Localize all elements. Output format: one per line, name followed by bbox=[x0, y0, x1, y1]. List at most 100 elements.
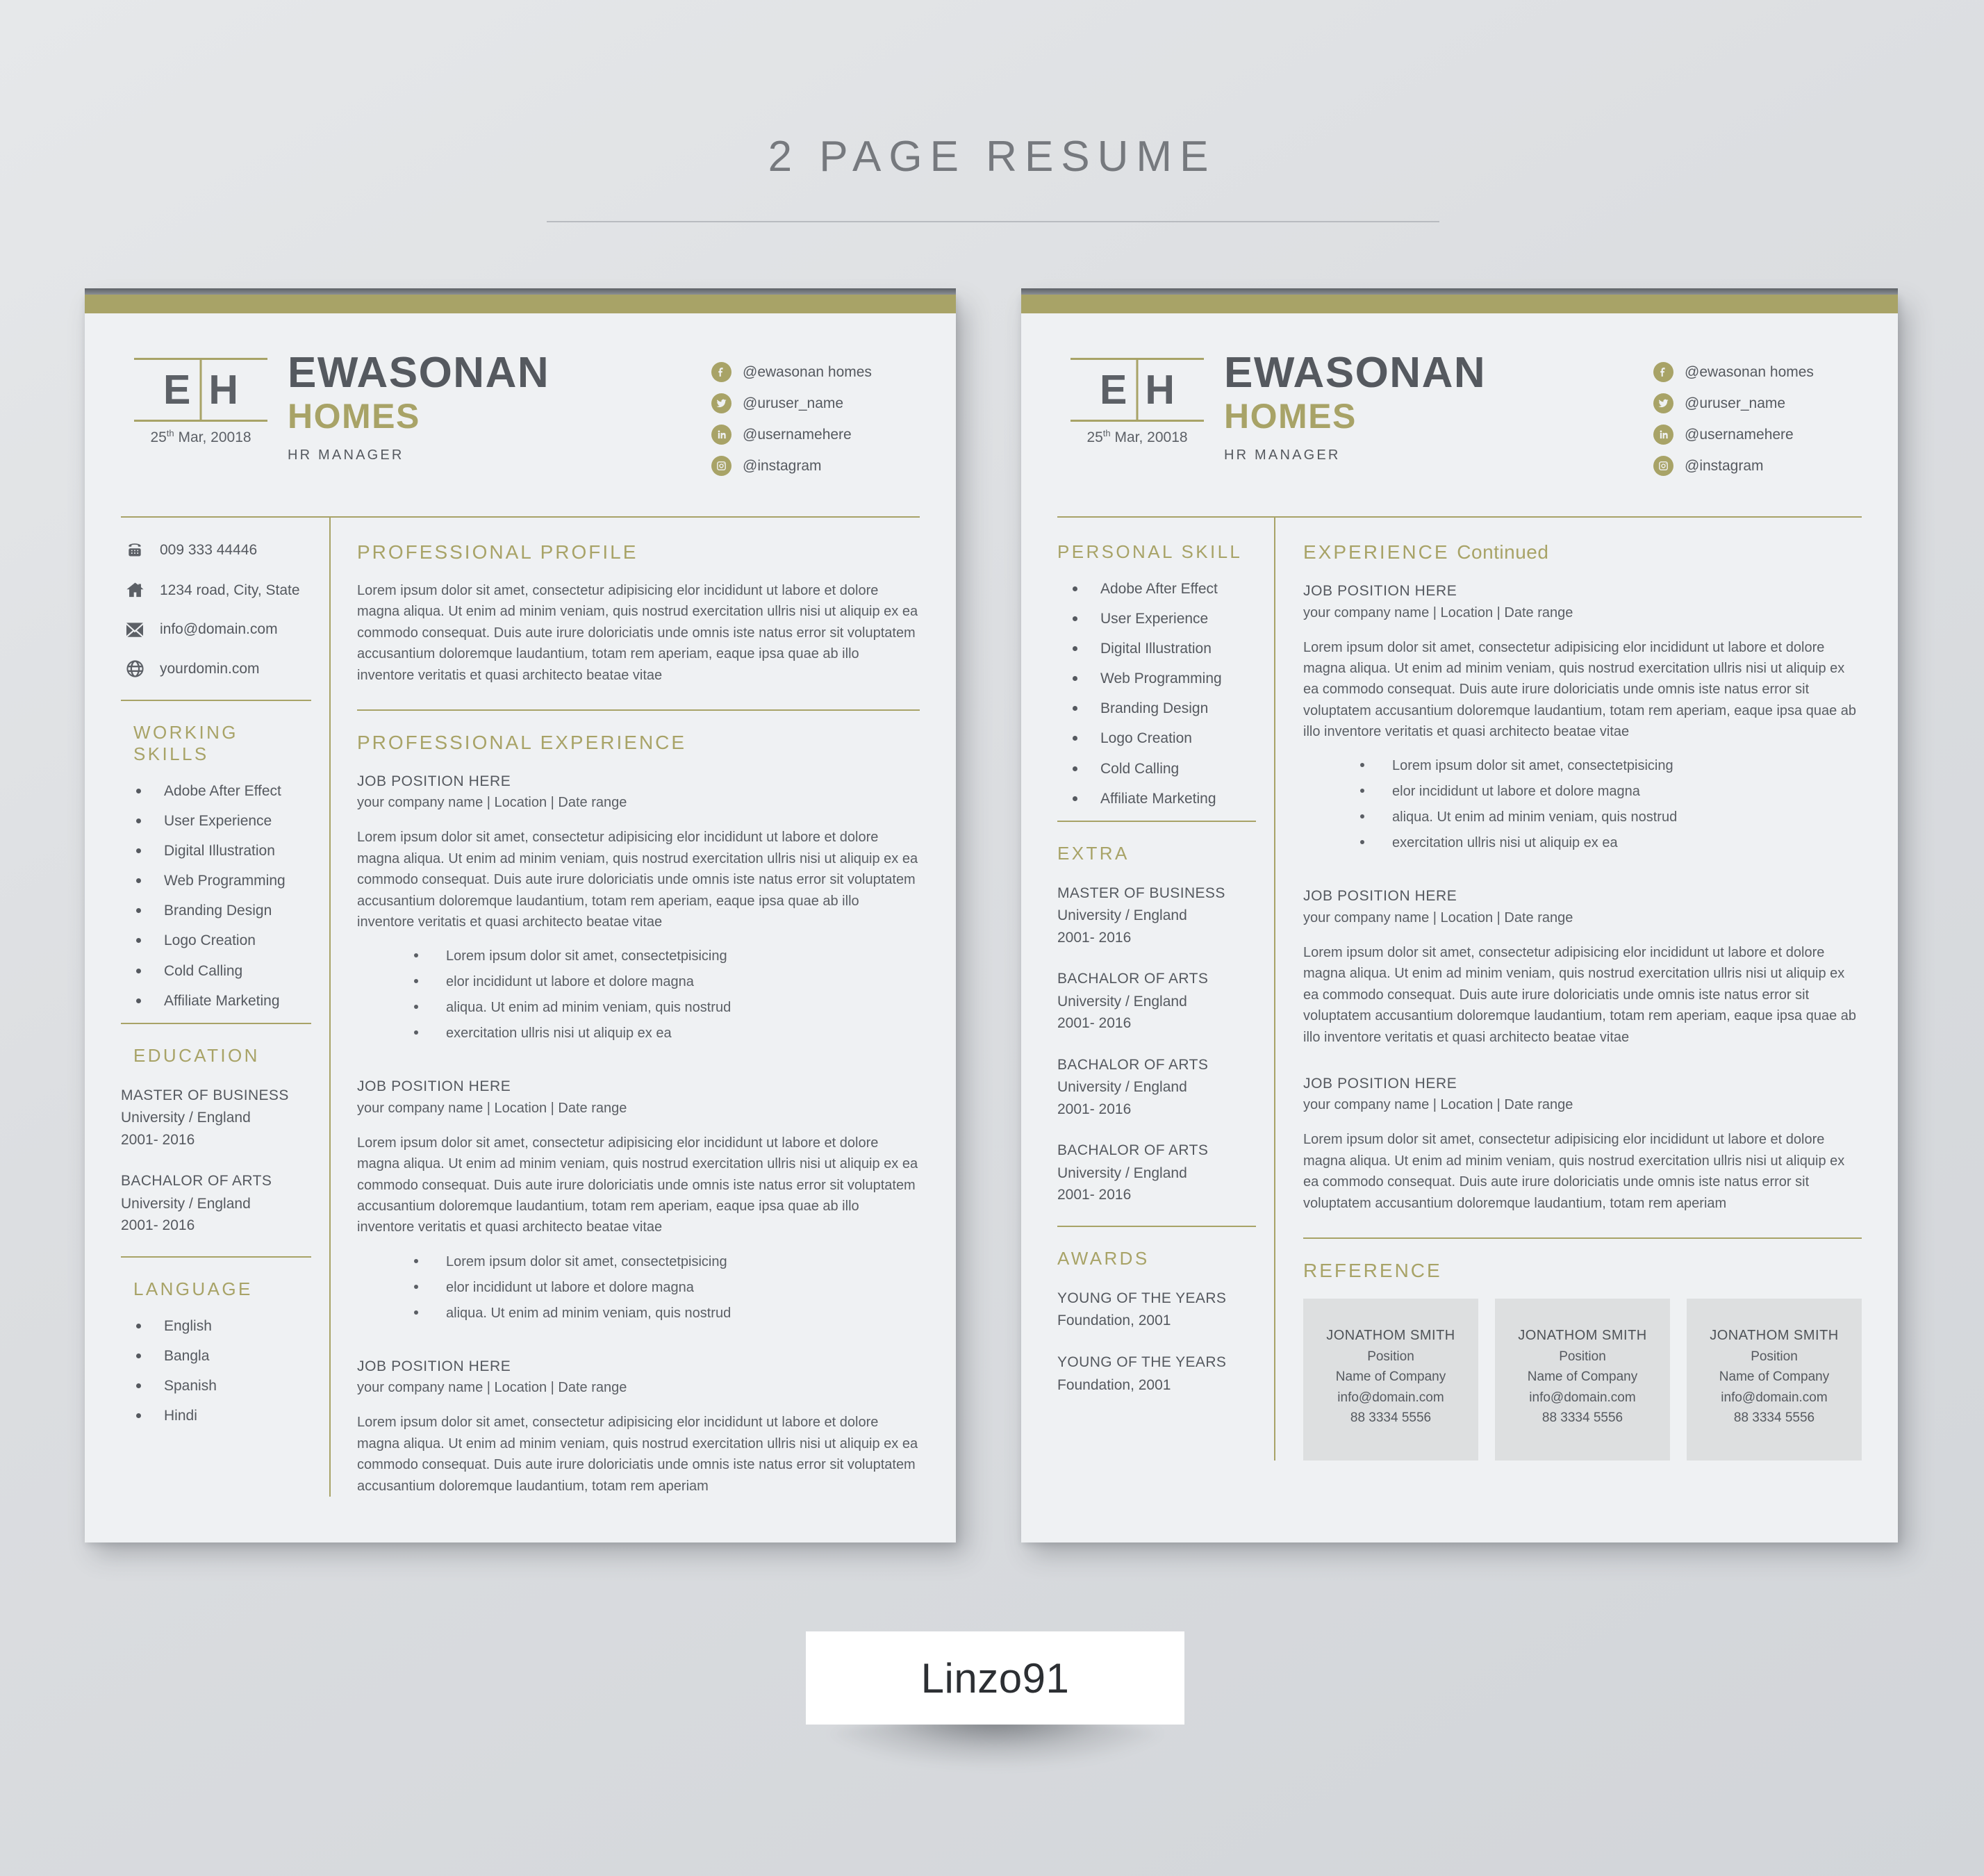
list-item: Lorem ipsum dolor sit amet, consectetpis… bbox=[414, 948, 920, 965]
reference-name: JONATHOM SMITH bbox=[1710, 1327, 1839, 1343]
resume-page-1: E H 25th Mar, 20018 EWASONAN HOMES HR MA… bbox=[85, 288, 956, 1542]
list-item: Branding Design bbox=[1073, 700, 1256, 716]
degree: BACHALOR OF ARTS bbox=[121, 1173, 272, 1190]
social-item[interactable]: @uruser_name bbox=[711, 393, 920, 413]
experience-entry: JOB POSITION HERE your company name | Lo… bbox=[1303, 580, 1862, 852]
monogram: E H bbox=[1070, 358, 1204, 422]
reference-phone: 88 3334 5556 bbox=[1541, 1410, 1623, 1426]
list-item: aliqua. Ut enim ad minim veniam, quis no… bbox=[1360, 809, 1862, 826]
monogram-date: 25th Mar, 20018 bbox=[150, 428, 251, 445]
last-name: HOMES bbox=[288, 397, 420, 436]
name-block: EWASONAN HOMES HR MANAGER bbox=[281, 345, 711, 463]
reference-position: Position bbox=[1559, 1349, 1606, 1364]
social-item[interactable]: @instagram bbox=[1653, 456, 1862, 476]
degree: MASTER OF BUSINESS bbox=[1057, 884, 1225, 901]
contact-item-phone: 009 333 44446 bbox=[121, 541, 311, 559]
degree: BACHALOR OF ARTS bbox=[1057, 1142, 1209, 1159]
social-item[interactable]: @uruser_name bbox=[1653, 393, 1862, 413]
contact-item-website: yourdomin.com bbox=[121, 659, 311, 679]
working-skills-list: Adobe After Effect User Experience Digit… bbox=[136, 783, 311, 1009]
list-item: Digital Illustration bbox=[1073, 641, 1256, 657]
social-item[interactable]: @usernamehere bbox=[711, 425, 920, 445]
experience-entry: JOB POSITION HERE your company name | Lo… bbox=[357, 771, 920, 1042]
list-item: Spanish bbox=[136, 1378, 311, 1394]
reference-company: Name of Company bbox=[1719, 1369, 1830, 1385]
award-org: Foundation, 2001 bbox=[1057, 1313, 1171, 1329]
job-title: JOB POSITION HERE bbox=[1303, 888, 1457, 905]
list-item: aliqua. Ut enim ad minim veniam, quis no… bbox=[414, 999, 920, 1017]
job-title: JOB POSITION HERE bbox=[357, 773, 511, 789]
paper-edge bbox=[85, 288, 956, 295]
language-list: English Bangla Spanish Hindi bbox=[136, 1318, 311, 1424]
list-item: Hindi bbox=[136, 1408, 311, 1424]
section-heading-education: EDUCATION bbox=[133, 1044, 260, 1066]
award-org: Foundation, 2001 bbox=[1057, 1376, 1171, 1393]
job-body: Lorem ipsum dolor sit amet, consectetur … bbox=[1303, 1132, 1845, 1211]
section-divider bbox=[121, 1022, 311, 1024]
job-meta: your company name | Location | Date rang… bbox=[357, 1380, 627, 1396]
title-divider bbox=[547, 221, 1439, 222]
reference-company: Name of Company bbox=[1335, 1369, 1446, 1385]
social-item[interactable]: @ewasonan homes bbox=[1653, 362, 1862, 382]
list-item: Lorem ipsum dolor sit amet, consectetpis… bbox=[1360, 757, 1862, 775]
reference-email: info@domain.com bbox=[1529, 1390, 1636, 1405]
first-name: EWASONAN bbox=[288, 349, 550, 397]
section-divider bbox=[121, 1256, 311, 1258]
list-item: User Experience bbox=[1073, 611, 1256, 627]
job-meta: your company name | Location | Date rang… bbox=[1303, 1097, 1573, 1113]
social-item[interactable]: @ewasonan homes bbox=[711, 362, 920, 382]
extra-entry: BACHALOR OF ARTS University / England 20… bbox=[1057, 1054, 1256, 1121]
social-item[interactable]: @usernamehere bbox=[1653, 425, 1862, 445]
main-page-2: EXPERIENCE Continued JOB POSITION HERE y… bbox=[1274, 518, 1862, 1461]
twitter-icon bbox=[711, 393, 731, 413]
school: University / England bbox=[1057, 907, 1187, 924]
monogram-date: 25th Mar, 20018 bbox=[1086, 428, 1188, 445]
job-title: JOB POSITION HERE bbox=[357, 1078, 511, 1095]
social-list: @ewasonan homes @uruser_name @usernamehe… bbox=[711, 345, 920, 487]
list-item: Cold Calling bbox=[136, 963, 311, 979]
name-block: EWASONAN HOMES HR MANAGER bbox=[1217, 345, 1653, 463]
section-divider bbox=[121, 700, 311, 701]
contact-value: yourdomin.com bbox=[160, 660, 260, 677]
sidebar-page-1: 009 333 44446 1234 road, City, State inf… bbox=[121, 518, 329, 1497]
section-heading-language: LANGUAGE bbox=[133, 1278, 253, 1299]
contact-item-address: 1234 road, City, State bbox=[121, 580, 311, 600]
social-handle: @usernamehere bbox=[1685, 426, 1794, 443]
list-item: exercitation ullris nisi ut aliquip ex e… bbox=[414, 1025, 920, 1042]
section-heading-working-skills: WORKING SKILLS bbox=[133, 722, 238, 764]
reference-email: info@domain.com bbox=[1721, 1390, 1828, 1405]
job-body: Lorem ipsum dolor sit amet, consectetur … bbox=[357, 1135, 918, 1235]
school: University / England bbox=[121, 1110, 251, 1126]
extra-entry: BACHALOR OF ARTS University / England 20… bbox=[1057, 968, 1256, 1035]
section-heading-reference: REFERENCE bbox=[1303, 1259, 1442, 1281]
list-item: Web Programming bbox=[1073, 670, 1256, 686]
job-meta: your company name | Location | Date rang… bbox=[357, 1100, 627, 1116]
job-meta: your company name | Location | Date rang… bbox=[1303, 910, 1573, 925]
resume-header: E H 25th Mar, 20018 EWASONAN HOMES HR MA… bbox=[85, 313, 956, 487]
list-item: Digital Illustration bbox=[136, 843, 311, 859]
monogram-letter-right: H bbox=[1145, 366, 1175, 413]
social-item[interactable]: @instagram bbox=[711, 456, 920, 476]
instagram-icon bbox=[711, 456, 731, 476]
job-meta: your company name | Location | Date rang… bbox=[357, 795, 627, 811]
home-icon bbox=[121, 580, 149, 600]
list-item: Affiliate Marketing bbox=[1073, 791, 1256, 807]
section-heading-awards: AWARDS bbox=[1057, 1247, 1150, 1269]
section-heading-experience-continued: EXPERIENCE Continued bbox=[1303, 541, 1549, 563]
reference-card-list: JONATHOM SMITH Position Name of Company … bbox=[1303, 1298, 1862, 1461]
reference-phone: 88 3334 5556 bbox=[1733, 1410, 1815, 1426]
reference-card: JONATHOM SMITH Position Name of Company … bbox=[1495, 1298, 1670, 1461]
list-item: Adobe After Effect bbox=[136, 783, 311, 799]
job-body: Lorem ipsum dolor sit amet, consectetur … bbox=[1303, 944, 1857, 1045]
section-heading-professional-profile: PROFESSIONAL PROFILE bbox=[357, 541, 638, 563]
list-item: Lorem ipsum dolor sit amet, consectetpis… bbox=[414, 1253, 920, 1271]
monogram-divider bbox=[199, 358, 202, 422]
section-heading-extra: EXTRA bbox=[1057, 842, 1130, 864]
linkedin-icon bbox=[1653, 425, 1673, 445]
accent-top-bar bbox=[1021, 295, 1898, 313]
years: 2001- 2016 bbox=[1057, 1187, 1132, 1203]
job-bullet-list: Lorem ipsum dolor sit amet, consectetpis… bbox=[1360, 757, 1862, 852]
job-meta: your company name | Location | Date rang… bbox=[1303, 604, 1573, 620]
section-divider bbox=[357, 709, 920, 711]
reference-phone: 88 3334 5556 bbox=[1350, 1410, 1432, 1426]
